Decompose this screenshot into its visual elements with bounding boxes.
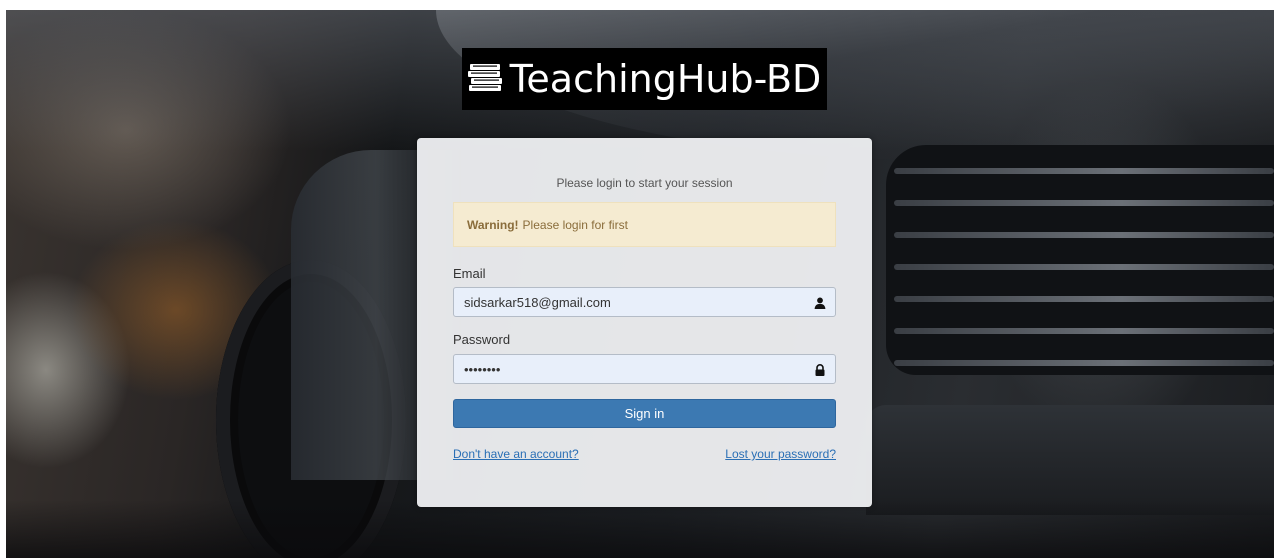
grille-slat [894, 200, 1274, 206]
grille-slat [894, 296, 1274, 302]
warning-alert: Warning! Please login for first [453, 202, 836, 247]
register-link[interactable]: Don't have an account? [453, 447, 579, 461]
books-stack-icon [467, 62, 504, 97]
grille-slat [894, 328, 1274, 334]
password-label: Password [453, 332, 511, 347]
background-car-bumper [866, 405, 1274, 515]
background-ground [6, 500, 1274, 558]
user-icon [814, 296, 826, 309]
email-field[interactable] [454, 288, 804, 316]
alert-strong: Warning! [467, 217, 519, 232]
email-label: Email [453, 266, 486, 281]
password-field-wrapper [453, 354, 836, 384]
password-field[interactable] [454, 355, 804, 383]
login-box: Please login to start your session Warni… [417, 138, 872, 507]
grille-slat [894, 264, 1274, 270]
sign-in-button[interactable]: Sign in [453, 399, 836, 428]
email-field-wrapper [453, 287, 836, 317]
alert-message: Please login for first [522, 217, 628, 232]
brand-logo: TeachingHub-BD [462, 48, 827, 110]
grille-slat [894, 360, 1274, 366]
background-car-grille [886, 145, 1274, 375]
forgot-password-link[interactable]: Lost your password? [725, 447, 836, 461]
lock-icon [814, 363, 826, 376]
grille-slat [894, 168, 1274, 174]
login-subtitle: Please login to start your session [556, 176, 733, 190]
grille-slat [894, 232, 1274, 238]
brand-name: TeachingHub-BD [509, 57, 822, 101]
